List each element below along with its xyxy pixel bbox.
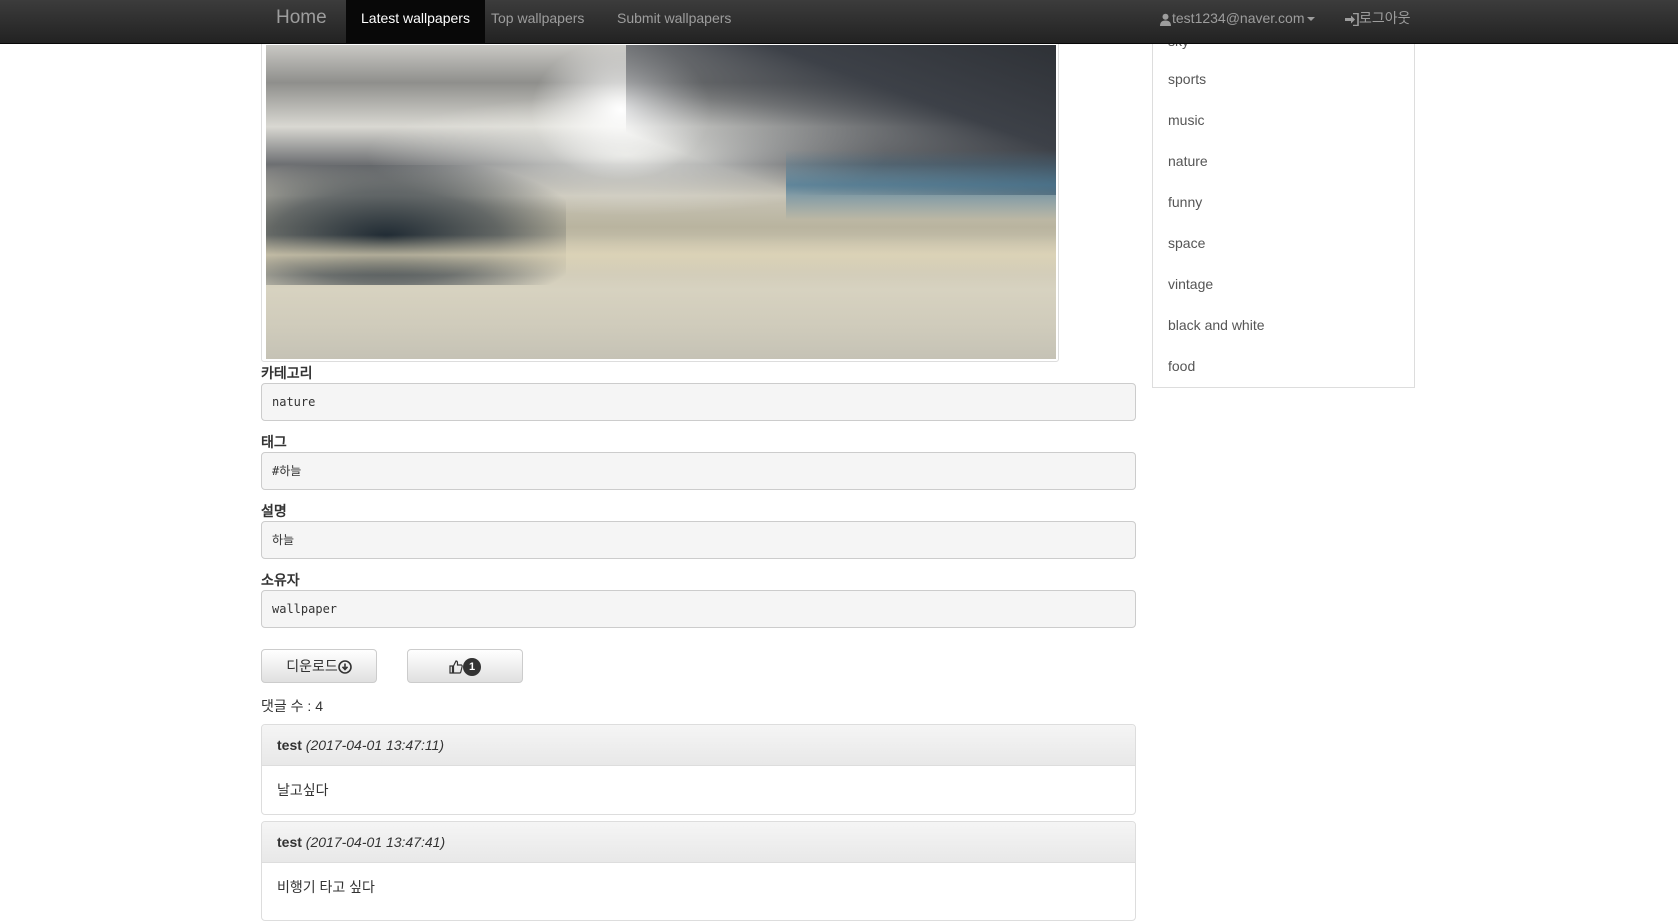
- download-button[interactable]: 디운로드: [261, 649, 377, 683]
- tag-label: 태그: [261, 434, 287, 450]
- comment-text: 날고싶다: [277, 782, 329, 798]
- top-navbar: Home Latest wallpapers Top wallpapers Su…: [0, 0, 1678, 44]
- thumbs-up-icon: [449, 660, 463, 674]
- owner-field: wallpaper: [261, 590, 1136, 628]
- category-item-vintage[interactable]: vintage: [1152, 264, 1415, 306]
- comment-time: (2017-04-01 13:47:41): [305, 834, 446, 850]
- category-item-black-and-white[interactable]: black and white: [1152, 305, 1415, 347]
- caret-down-icon: [1306, 17, 1315, 22]
- category-item-funny[interactable]: funny: [1152, 182, 1415, 224]
- wallpaper-thumbnail: [261, 40, 1059, 362]
- comment-time: (2017-04-01 13:47:11): [305, 737, 445, 753]
- comment-heading: test (2017-04-01 13:47:11): [262, 725, 1135, 766]
- category-item-nature[interactable]: nature: [1152, 141, 1415, 183]
- like-count-badge: 1: [463, 658, 481, 677]
- category-item-music[interactable]: music: [1152, 100, 1415, 142]
- user-email: test1234@naver.com: [1172, 10, 1305, 26]
- download-label: 디운로드: [286, 658, 338, 674]
- tag-field: #하늘: [261, 452, 1136, 490]
- comment-heading: test (2017-04-01 13:47:41): [262, 822, 1135, 863]
- like-button[interactable]: 1: [407, 649, 523, 683]
- user-menu[interactable]: test1234@naver.com: [1159, 0, 1315, 43]
- logout-label: 로그아웃: [1359, 10, 1411, 26]
- category-item-sports[interactable]: sports: [1152, 59, 1415, 101]
- home-link[interactable]: Home: [276, 0, 327, 43]
- category-field: nature: [261, 383, 1136, 421]
- description-field: 하늘: [261, 521, 1136, 559]
- log-in-icon: [1345, 12, 1359, 26]
- nav-latest-wallpapers[interactable]: Latest wallpapers: [346, 0, 485, 43]
- comment-count: 댓글 수 : 4: [261, 698, 323, 714]
- category-item-food[interactable]: food: [1152, 346, 1415, 388]
- circle-arrow-down-icon: [337, 660, 352, 675]
- owner-label: 소유자: [261, 572, 300, 588]
- comment-author: test: [277, 834, 302, 850]
- comment-item: test (2017-04-01 13:47:41) 비행기 타고 싶다: [261, 821, 1136, 921]
- wallpaper-image: [266, 45, 1056, 359]
- comment-text: 비행기 타고 싶다: [277, 879, 375, 895]
- category-item-space[interactable]: space: [1152, 223, 1415, 265]
- comment-item: test (2017-04-01 13:47:11) 날고싶다: [261, 724, 1136, 815]
- category-label: 카테고리: [261, 365, 313, 381]
- logout-link[interactable]: 로그아웃: [1345, 0, 1411, 43]
- user-icon: [1160, 13, 1171, 26]
- nav-submit-wallpapers[interactable]: Submit wallpapers: [617, 0, 731, 43]
- description-label: 설명: [261, 503, 287, 519]
- comment-author: test: [277, 737, 302, 753]
- nav-top-wallpapers[interactable]: Top wallpapers: [491, 0, 584, 43]
